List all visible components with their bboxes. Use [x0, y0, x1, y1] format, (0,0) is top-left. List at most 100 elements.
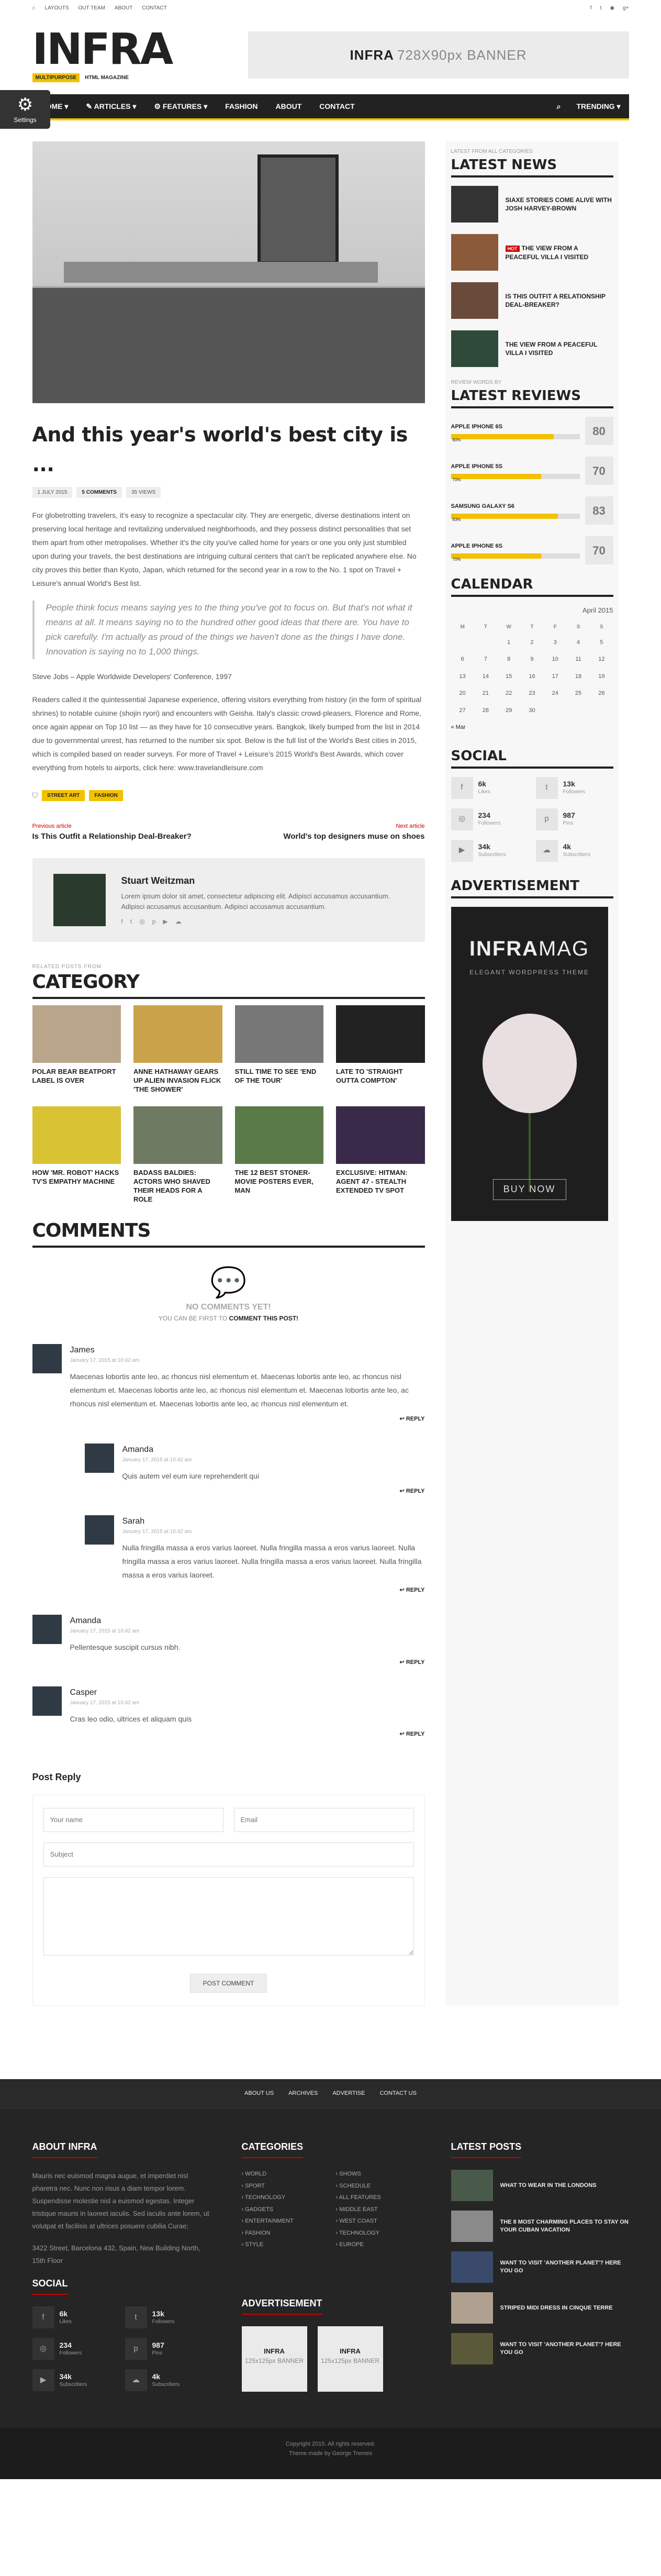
social-twitter[interactable]: t 13k Followers — [535, 776, 613, 799]
footer-category-link[interactable]: › EUROPE — [336, 2240, 420, 2249]
top-link-about[interactable]: ABOUT — [115, 4, 132, 12]
footer-post[interactable]: WANT TO VISIT 'ANOTHER PLANET'? HERE YOU… — [451, 2333, 629, 2364]
youtube-icon[interactable]: ▶ — [163, 917, 167, 926]
google-plus-icon[interactable]: g+ — [623, 4, 629, 12]
no-comments-link[interactable]: COMMENT THIS POST! — [229, 1315, 299, 1322]
social-instagram[interactable]: ◎ 234 Followers — [451, 808, 529, 830]
settings-panel-toggle[interactable]: ⚙ Settings — [0, 90, 50, 129]
news-item[interactable]: HOT THE VIEW FROM A PEACEFUL VILLA I VISI… — [451, 234, 613, 271]
review-item[interactable]: SAMSUNG GALAXY S6 83% 83 — [451, 496, 613, 525]
social-pinterest[interactable]: p 987 Pins — [535, 808, 613, 830]
facebook-icon[interactable]: f — [590, 4, 592, 12]
news-item[interactable]: THE VIEW FROM A PEACEFUL VILLA I VISITED — [451, 330, 613, 367]
footer-category-link[interactable]: › GADGETS — [242, 2205, 326, 2214]
post-comments-count[interactable]: 5 COMMENTS — [76, 487, 122, 498]
reply-button[interactable]: ↩ REPLY — [70, 1658, 425, 1667]
footer-post[interactable]: THE 8 MOST CHARMING PLACES TO STAY ON YO… — [451, 2211, 629, 2242]
review-item[interactable]: APPLE IPHONE 5S 70% 70 — [451, 457, 613, 485]
site-logo[interactable]: INFRA MULTIPURPOSE HTML MAGAZINE — [32, 28, 179, 82]
footer-category-link[interactable]: › SPORT — [242, 2182, 326, 2191]
tag-street-art[interactable]: STREET ART — [42, 790, 85, 801]
footer-category-link[interactable]: › WEST COAST — [336, 2217, 420, 2226]
reply-button[interactable]: ↩ REPLY — [122, 1487, 425, 1496]
nav-trending[interactable]: TRENDING ▾ — [576, 101, 620, 112]
related-card[interactable]: EXCLUSIVE: HITMAN: AGENT 47 - STEALTH EX… — [336, 1106, 425, 1204]
footer-category-link[interactable]: › WORLD — [242, 2170, 326, 2179]
footer-category-link[interactable]: › FASHION — [242, 2229, 326, 2238]
subject-field[interactable] — [43, 1842, 414, 1867]
top-link-contact[interactable]: CONTACT — [142, 4, 167, 12]
related-card[interactable]: THE 12 BEST STONER-MOVIE POSTERS EVER, M… — [234, 1106, 323, 1204]
rss-icon[interactable]: ◉ — [610, 4, 614, 12]
calendar-prev[interactable]: « Mar — [451, 723, 613, 732]
footer-ad-banner[interactable]: INFRA 125x125px BANNER — [317, 2326, 383, 2392]
top-link-layouts[interactable]: LAYOUTS — [45, 4, 69, 12]
sidebar-ad[interactable]: INFRAMAG ELEGANT WORDPRESS THEME BUY NOW — [451, 906, 608, 1221]
related-card[interactable]: POLAR BEAR BEATPORT LABEL IS OVER — [32, 1005, 121, 1094]
footer-link-archives[interactable]: ARCHIVES — [288, 2089, 318, 2098]
calendar-day: 19 — [598, 673, 605, 680]
email-field[interactable] — [233, 1807, 414, 1832]
social-soundcloud[interactable]: ☁ 4k Subscribers — [125, 2369, 210, 2391]
twitter-icon[interactable]: t — [130, 917, 132, 926]
soundcloud-icon[interactable]: ☁ — [175, 917, 182, 926]
news-item[interactable]: SIAXE STORIES COME ALIVE WITH JOSH HARVE… — [451, 186, 613, 223]
social-pinterest[interactable]: p 987 Pins — [125, 2338, 210, 2360]
search-icon[interactable]: ⌕ — [557, 101, 561, 112]
facebook-icon[interactable]: f — [121, 917, 123, 926]
footer-category-link[interactable]: › SHOWS — [336, 2170, 420, 2179]
footer-ad-banner[interactable]: INFRA 125x125px BANNER — [241, 2326, 307, 2392]
related-card[interactable]: STILL TIME TO SEE 'END OF THE TOUR' — [234, 1005, 323, 1094]
ad-buy-button[interactable]: BUY NOW — [492, 1179, 566, 1200]
related-card[interactable]: BADASS BALDIES: ACTORS WHO SHAVED THEIR … — [133, 1106, 222, 1204]
pinterest-icon[interactable]: p — [152, 917, 156, 926]
footer-category-link[interactable]: › STYLE — [242, 2240, 326, 2249]
reply-button[interactable]: ↩ REPLY — [70, 1730, 425, 1739]
related-card[interactable]: HOW 'MR. ROBOT' HACKS TV'S EMPATHY MACHI… — [32, 1106, 121, 1204]
nav-about[interactable]: ABOUT — [275, 101, 301, 112]
social-youtube[interactable]: ▶ 34k Subscribers — [32, 2369, 118, 2391]
footer-link-about[interactable]: ABOUT US — [244, 2089, 274, 2098]
twitter-icon[interactable]: t — [600, 4, 602, 12]
nav-articles[interactable]: ✎ ARTICLES ▾ — [86, 101, 136, 112]
footer-post[interactable]: STRIPED MIDI DRESS IN CINQUE TERRE — [451, 2292, 629, 2324]
calendar-title: CALENDAR — [451, 576, 613, 597]
social-soundcloud[interactable]: ☁ 4k Subscribers — [535, 839, 613, 862]
next-article[interactable]: Next article World's top designers muse … — [283, 822, 424, 842]
top-link-team[interactable]: OUT TEAM — [78, 4, 105, 12]
reply-button[interactable]: ↩ REPLY — [70, 1415, 425, 1424]
nav-features[interactable]: ⚙ FEATURES ▾ — [154, 101, 207, 112]
footer-category-link[interactable]: › MIDDLE EAST — [336, 2205, 420, 2214]
footer-category-link[interactable]: › ENTERTAINMENT — [242, 2217, 326, 2226]
social-youtube[interactable]: ▶ 34k Subscribers — [451, 839, 529, 862]
nav-contact[interactable]: CONTACT — [319, 101, 354, 112]
news-item[interactable]: IS THIS OUTFIT A RELATIONSHIP DEAL-BREAK… — [451, 282, 613, 319]
social-facebook[interactable]: f 6k Likes — [32, 2306, 118, 2328]
instagram-icon[interactable]: ◎ — [139, 917, 144, 926]
related-card[interactable]: LATE TO 'STRAIGHT OUTTA COMPTON' — [336, 1005, 425, 1094]
comment-textarea[interactable] — [43, 1877, 414, 1956]
name-field[interactable] — [43, 1807, 223, 1832]
prev-article[interactable]: Previous article Is This Outfit a Relati… — [32, 822, 192, 842]
footer-category-link[interactable]: › ALL FEATURES — [336, 2193, 420, 2202]
footer-post[interactable]: WHAT TO WEAR IN THE LONDONS — [451, 2170, 629, 2201]
footer-post[interactable]: WANT TO VISIT 'ANOTHER PLANET'? HERE YOU… — [451, 2251, 629, 2283]
social-twitter[interactable]: t 13k Followers — [125, 2306, 210, 2328]
home-icon[interactable]: ⌂ — [32, 4, 36, 12]
review-item[interactable]: APPLE IPHONE 6S 70% 70 — [451, 536, 613, 564]
footer-link-advertise[interactable]: ADVERTISE — [332, 2089, 365, 2098]
footer-category-link[interactable]: › SCHEDULE — [336, 2182, 420, 2191]
reply-button[interactable]: ↩ REPLY — [122, 1586, 425, 1595]
header-banner[interactable]: INFRA 728X90px BANNER — [248, 31, 629, 79]
related-card[interactable]: ANNE HATHAWAY GEARS UP ALIEN INVASION FL… — [133, 1005, 222, 1094]
footer-category-link[interactable]: › TECHNOLOGY — [336, 2229, 420, 2238]
social-facebook[interactable]: f 6k Likes — [451, 776, 529, 799]
footer-link-contact[interactable]: CONTACT US — [379, 2089, 417, 2098]
social-instagram[interactable]: ◎ 234 Followers — [32, 2338, 118, 2360]
footer-category-link[interactable]: › TECHNOLOGY — [242, 2193, 326, 2202]
author-name[interactable]: Stuart Weitzman — [121, 874, 404, 888]
tag-fashion[interactable]: FASHION — [89, 790, 123, 801]
post-comment-button[interactable]: POST COMMENT — [189, 1974, 267, 1993]
nav-fashion[interactable]: FASHION — [225, 101, 257, 112]
review-item[interactable]: APPLE IPHONE 6S 80% 80 — [451, 417, 613, 445]
